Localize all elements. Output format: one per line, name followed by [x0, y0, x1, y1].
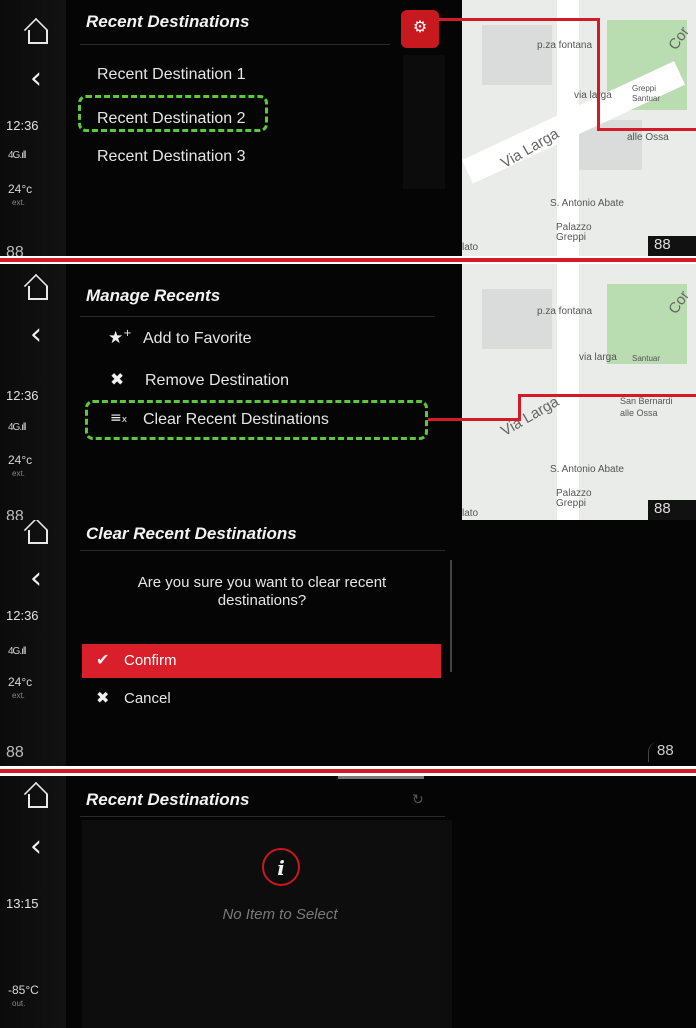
outside-temperature: -85°C out.: [8, 983, 39, 1009]
map-label: San Bernardi: [620, 396, 673, 406]
page-title: Clear Recent Destinations: [86, 524, 297, 543]
panel-recent-destinations-empty: ‹ 13:15 -85°C out. Recent Destinations ↻ …: [0, 776, 696, 1028]
outside-temperature: 24°c ext.: [8, 182, 33, 208]
map-block: [482, 25, 552, 85]
empty-state-message: No Item to Select: [222, 906, 338, 923]
scrollbar[interactable]: [450, 560, 452, 672]
callout-line: [439, 18, 599, 21]
close-icon: ✖: [96, 688, 110, 707]
map-label: p.za fontana: [537, 40, 593, 51]
map-label: via larga: [579, 352, 617, 363]
refresh-icon: ↻: [412, 792, 424, 808]
page-title: Recent Destinations: [86, 790, 250, 809]
close-icon: ✖: [110, 370, 125, 390]
map-label: via larga: [574, 90, 612, 101]
page-title: Recent Destinations: [86, 12, 250, 31]
map-label: lato: [462, 508, 479, 519]
map-road: [557, 0, 579, 256]
menu-item-remove-destination[interactable]: Remove Destination: [145, 372, 289, 390]
outside-temperature: 24°c ext.: [8, 453, 33, 479]
signal-strength-icon: 4G.ıll: [8, 646, 26, 657]
status-sidebar: ‹ 12:36 4G.ıll 24°c ext. 88: [0, 0, 66, 256]
chevron-left-icon[interactable]: ‹: [30, 320, 42, 350]
map-label: alle Ossa: [627, 132, 669, 143]
chevron-left-icon[interactable]: ‹: [30, 832, 42, 862]
map-label: alle Ossa: [620, 408, 658, 418]
zoom-indicator: 88: [648, 742, 696, 762]
map-view[interactable]: p.za fontana via larga Santuar San Berna…: [462, 264, 696, 520]
status-sidebar: ‹ 13:15 -85°C out.: [0, 776, 66, 1028]
outside-temperature: 24°c ext.: [8, 675, 33, 701]
panel-manage-recents: ‹ 12:36 4G.ıll 24°c ext. 88 Manage Recent…: [0, 264, 696, 520]
list-item-recent-destination-1[interactable]: Recent Destination 1: [97, 66, 246, 84]
callout-line: [428, 418, 520, 421]
home-icon[interactable]: [28, 286, 48, 300]
divider: [80, 816, 445, 817]
settings-button[interactable]: ⚙: [401, 10, 439, 48]
volume-dial[interactable]: 88: [6, 744, 24, 762]
menu-item-add-to-favorite[interactable]: Add to Favorite: [143, 330, 252, 348]
panel-clear-confirmation: ‹ 12:36 4G.ıll 24°c ext. 88 Clear Recent …: [0, 520, 696, 766]
map-label: Greppi: [556, 232, 587, 243]
signal-strength-icon: 4G.ıll: [8, 422, 26, 433]
gear-icon: ⚙: [412, 17, 428, 36]
page-title: Manage Recents: [86, 286, 221, 305]
clock-time: 12:36: [6, 118, 39, 133]
zoom-indicator: 88: [648, 236, 696, 256]
map-label: Santuar: [632, 354, 661, 363]
callout-line: [597, 128, 696, 131]
map-label: p.za fontana: [537, 306, 593, 317]
map-label: S. Antonio Abate: [550, 464, 624, 475]
chevron-left-icon[interactable]: ‹: [30, 564, 42, 594]
volume-dial[interactable]: 88: [6, 508, 24, 520]
highlight-box: [78, 95, 268, 132]
cancel-label: Cancel: [124, 690, 171, 707]
home-icon[interactable]: [28, 30, 48, 44]
clock-time: 13:15: [6, 896, 39, 911]
status-sidebar: ‹ 12:36 4G.ıll 24°c ext. 88: [0, 264, 66, 520]
divider: [80, 44, 390, 45]
map-label: Greppi: [632, 84, 657, 93]
map-road: [557, 264, 579, 520]
info-icon: i: [262, 848, 300, 886]
chevron-left-icon[interactable]: ‹: [30, 64, 42, 94]
divider: [80, 316, 435, 317]
confirm-button[interactable]: ✔ Confirm: [82, 644, 441, 678]
top-handle: [338, 776, 424, 779]
map-label: Santuar: [632, 94, 661, 103]
check-icon: ✔: [96, 650, 110, 669]
separator: [0, 766, 696, 776]
confirm-label: Confirm: [124, 652, 177, 669]
clock-time: 12:36: [6, 388, 39, 403]
home-icon[interactable]: [28, 794, 48, 808]
clock-time: 12:36: [6, 608, 39, 623]
map-street-label: Via Larga: [498, 393, 562, 440]
content-area: [82, 820, 452, 1028]
zoom-indicator: 88: [648, 500, 696, 520]
list-item-recent-destination-3[interactable]: Recent Destination 3: [97, 148, 246, 166]
scroll-track: [403, 55, 445, 189]
star-plus-icon: ★+: [108, 328, 132, 348]
home-icon[interactable]: [28, 530, 48, 544]
map-label: S. Antonio Abate: [550, 198, 624, 209]
map-label: lato: [462, 242, 479, 253]
volume-dial[interactable]: 88: [6, 244, 24, 256]
cancel-button[interactable]: ✖ Cancel: [82, 684, 441, 718]
highlight-box: [85, 400, 428, 440]
callout-line: [518, 396, 521, 421]
confirmation-question: Are you sure you want to clear recent de…: [137, 574, 387, 609]
separator: [0, 256, 696, 264]
status-sidebar: ‹ 12:36 4G.ıll 24°c ext. 88: [0, 520, 66, 766]
map-label: Greppi: [556, 498, 587, 509]
panel-recent-destinations: ‹ 12:36 4G.ıll 24°c ext. 88 Recent Destin…: [0, 0, 696, 256]
callout-line: [518, 394, 696, 397]
callout-line: [597, 18, 600, 130]
divider: [80, 550, 445, 551]
signal-strength-icon: 4G.ıll: [8, 150, 26, 161]
info-glyph: i: [277, 856, 285, 880]
map-block: [482, 289, 552, 349]
